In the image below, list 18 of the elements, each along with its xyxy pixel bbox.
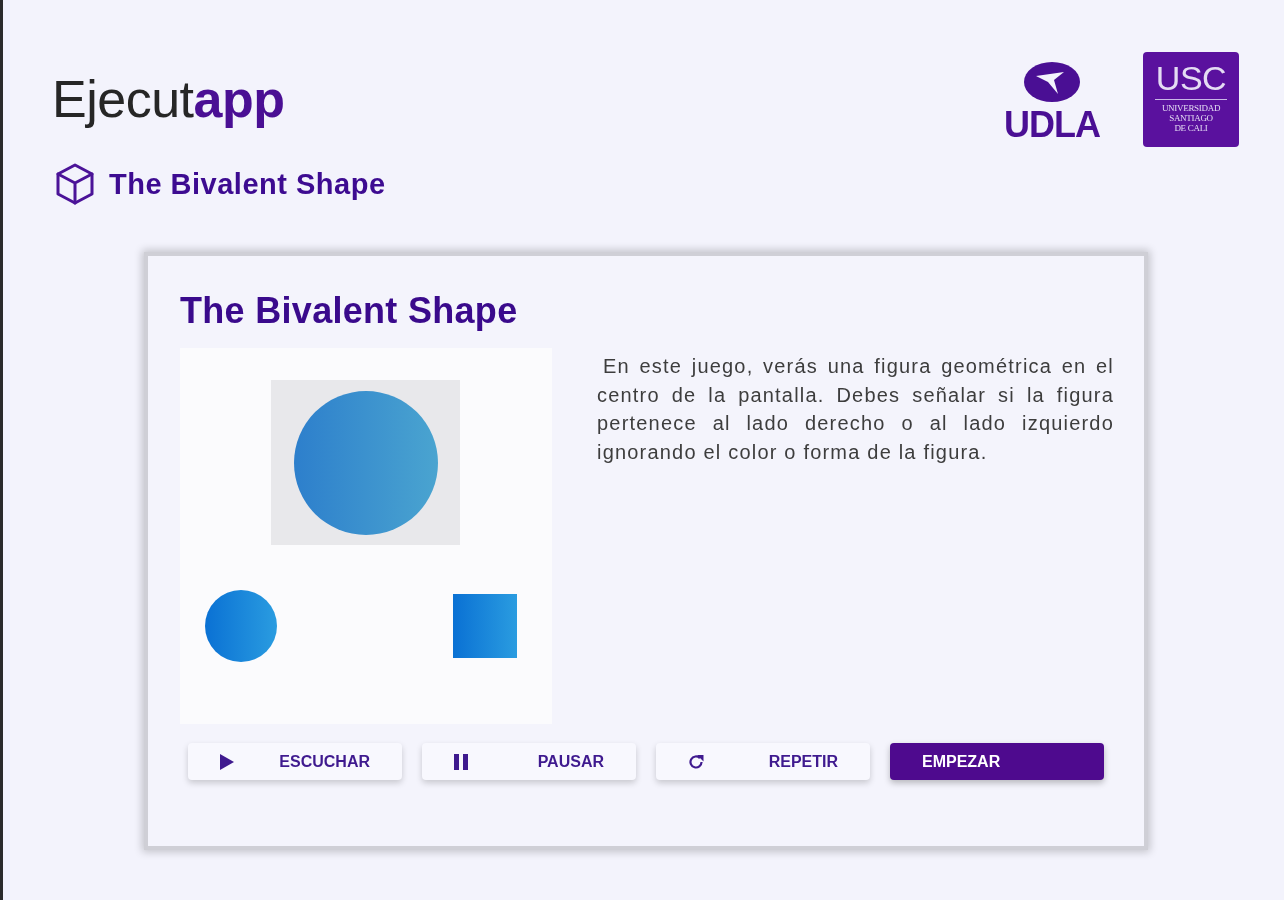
cube-icon: [55, 163, 95, 205]
udla-logo-text: UDLA: [1004, 106, 1100, 144]
oval-emblem-icon: [1024, 62, 1080, 102]
repeat-button[interactable]: REPETIR: [656, 743, 870, 780]
card-title: The Bivalent Shape: [180, 290, 518, 332]
usc-logo-subtitle: UNIVERSIDAD: [1161, 103, 1221, 113]
usc-logo-subtitle: DE CALI: [1174, 123, 1208, 133]
app-logo: Ejecutapp: [52, 69, 285, 129]
pause-icon: [454, 753, 468, 770]
usc-logo-title: USC: [1155, 60, 1227, 96]
usc-logo-subtitle: SANTIAGO: [1169, 113, 1213, 123]
refresh-icon: [688, 753, 704, 770]
listen-button[interactable]: ESCUCHAR: [188, 743, 402, 780]
pause-button[interactable]: PAUSAR: [422, 743, 636, 780]
page-title: The Bivalent Shape: [109, 167, 386, 201]
start-button[interactable]: EMPEZAR: [890, 743, 1104, 780]
play-icon: [220, 753, 234, 770]
instructions-text: En este juego, verás una figura geométrica en el centro de la pantalla. Debes señalar si la figura pertenece al lado derecho o al lado izquierdo ignorando el color o forma de la figura.: [597, 354, 1114, 465]
